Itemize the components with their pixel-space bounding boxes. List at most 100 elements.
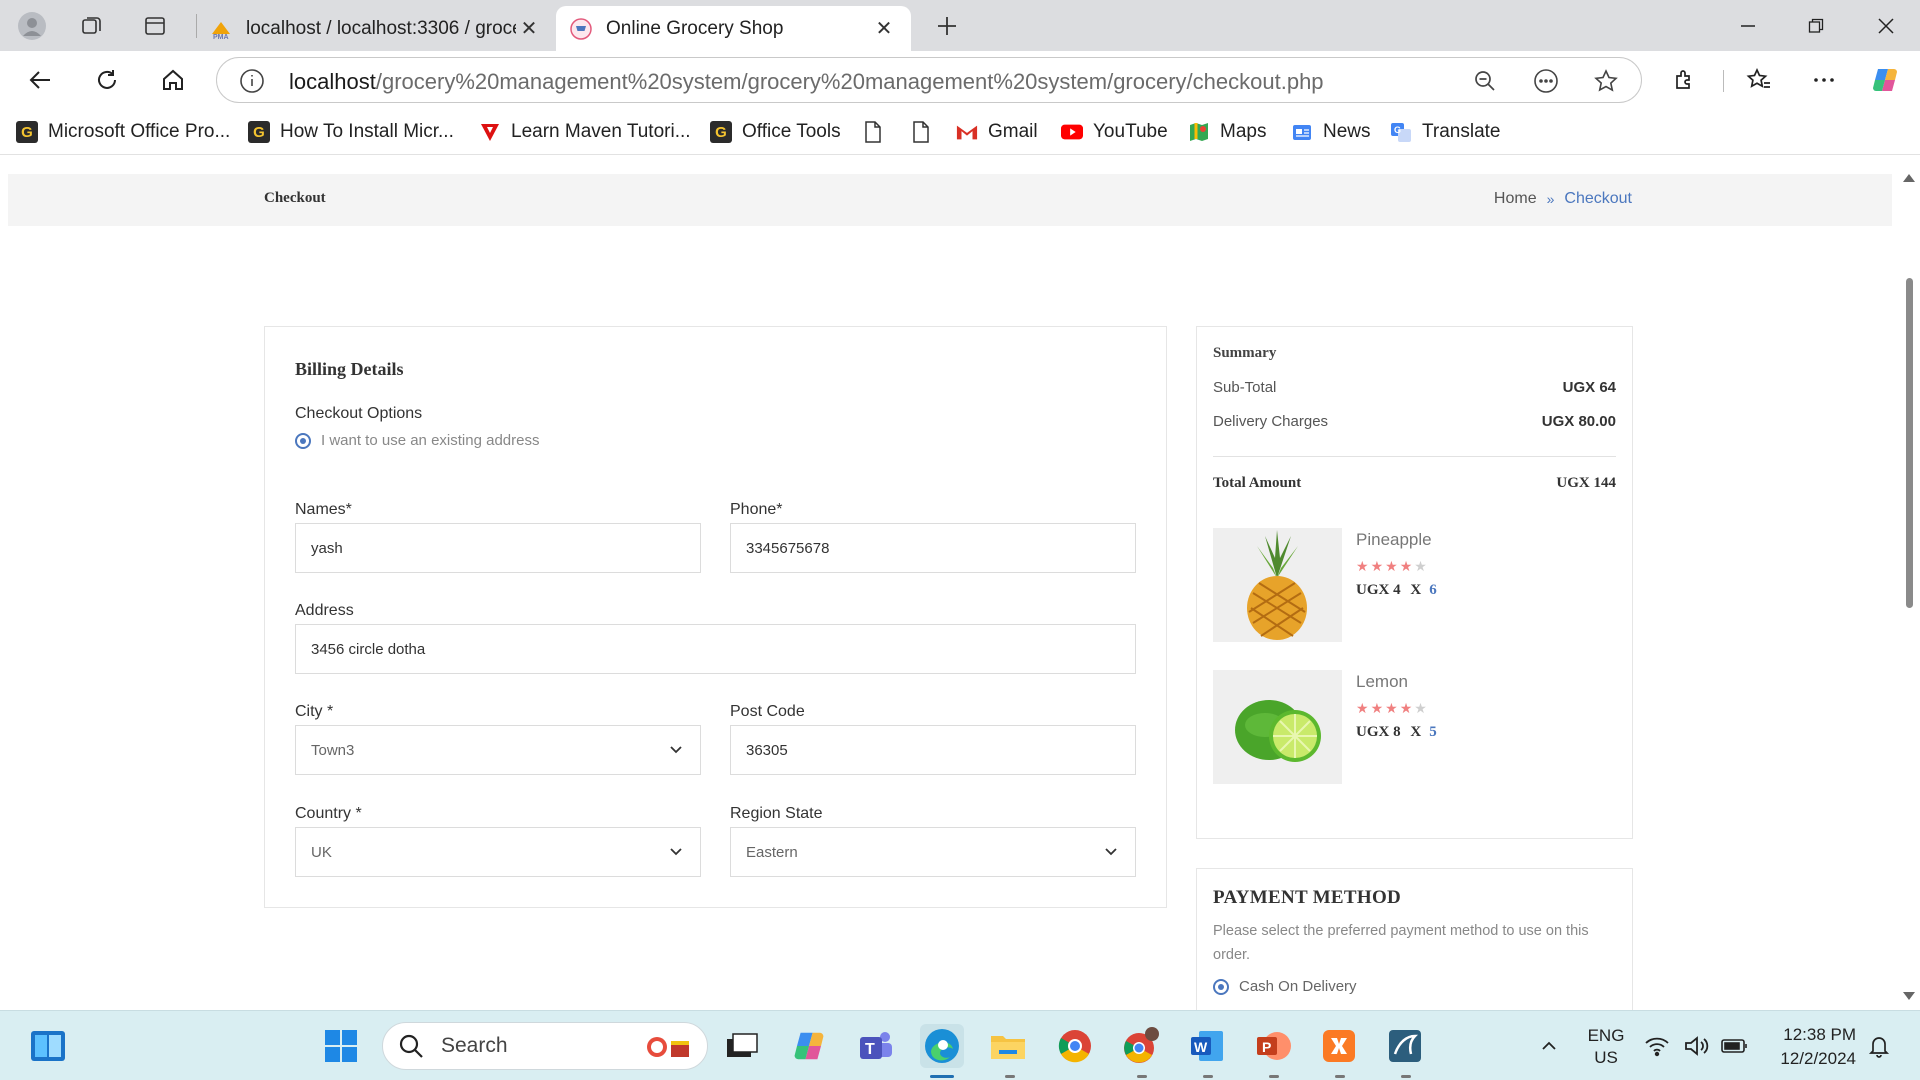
volume-icon[interactable] bbox=[1680, 1024, 1714, 1068]
subtotal-value: UGX 64 bbox=[1562, 379, 1616, 396]
site-info-icon[interactable] bbox=[239, 68, 265, 94]
city-select[interactable]: Town3 bbox=[295, 725, 701, 775]
minimize-icon[interactable] bbox=[1724, 8, 1772, 44]
product-name[interactable]: Lemon bbox=[1356, 672, 1408, 692]
url-text[interactable]: localhost/grocery%20management%20system/… bbox=[289, 69, 1324, 95]
url-bar[interactable]: localhost/grocery%20management%20system/… bbox=[216, 57, 1642, 103]
notifications-bell-icon[interactable] bbox=[1862, 1024, 1896, 1068]
region-code: US bbox=[1594, 1048, 1618, 1067]
phone-input[interactable]: 3345675678 bbox=[730, 523, 1136, 573]
bookmark-microsoft-office[interactable]: G Microsoft Office Pro... bbox=[16, 118, 230, 146]
task-view-icon[interactable] bbox=[720, 1024, 764, 1068]
bookmark-office-tools[interactable]: G Office Tools bbox=[710, 118, 841, 146]
total-value: UGX 144 bbox=[1556, 475, 1616, 491]
favorite-star-icon[interactable] bbox=[1592, 67, 1620, 95]
bookmark-news[interactable]: News bbox=[1291, 118, 1371, 146]
bookmark-translate[interactable]: G Translate bbox=[1390, 118, 1501, 146]
youtube-icon bbox=[1061, 121, 1083, 143]
restore-icon[interactable] bbox=[1792, 8, 1840, 44]
scrollbar-thumb[interactable] bbox=[1906, 278, 1913, 608]
show-hidden-icons-chevron-up-icon[interactable] bbox=[1527, 1024, 1571, 1068]
pineapple-image[interactable] bbox=[1213, 528, 1342, 642]
quantity: 5 bbox=[1429, 724, 1437, 740]
total-label: Total Amount bbox=[1213, 475, 1302, 491]
taskbar-search-box[interactable]: Search bbox=[382, 1022, 708, 1070]
search-highlight-icon bbox=[645, 1031, 693, 1067]
chrome-icon[interactable] bbox=[1053, 1024, 1097, 1068]
address-label: Address bbox=[295, 602, 354, 619]
existing-address-radio[interactable] bbox=[295, 433, 311, 449]
teams-icon[interactable]: T bbox=[854, 1024, 898, 1068]
back-icon[interactable] bbox=[22, 61, 60, 99]
read-aloud-icon[interactable] bbox=[1532, 67, 1560, 95]
address-input[interactable]: 3456 circle dotha bbox=[295, 624, 1136, 674]
workspaces-icon[interactable] bbox=[74, 8, 110, 44]
clock[interactable]: 12:38 PM 12/2/2024 bbox=[1764, 1023, 1856, 1071]
bookmark-maps[interactable]: Maps bbox=[1188, 118, 1266, 146]
bookmark-gmail[interactable]: Gmail bbox=[956, 118, 1038, 146]
start-windows-icon[interactable] bbox=[319, 1024, 363, 1068]
xampp-icon[interactable] bbox=[1317, 1024, 1361, 1068]
postcode-input[interactable]: 36305 bbox=[730, 725, 1136, 775]
bookmark-document-2[interactable] bbox=[910, 118, 942, 146]
address-toolbar: localhost/grocery%20management%20system/… bbox=[0, 51, 1920, 109]
file-explorer-icon[interactable] bbox=[986, 1024, 1030, 1068]
battery-icon[interactable] bbox=[1718, 1024, 1752, 1068]
tab-actions-icon[interactable] bbox=[137, 8, 173, 44]
new-tab-icon[interactable] bbox=[929, 8, 965, 44]
lemon-image[interactable] bbox=[1213, 670, 1342, 784]
close-tab-icon[interactable]: ✕ bbox=[516, 16, 542, 41]
star-icon: ★ bbox=[1370, 558, 1386, 574]
bookmark-label: News bbox=[1323, 121, 1371, 142]
refresh-icon[interactable] bbox=[88, 61, 126, 99]
summary-divider bbox=[1213, 456, 1616, 457]
country-select[interactable]: UK bbox=[295, 827, 701, 877]
close-window-icon[interactable] bbox=[1862, 8, 1910, 44]
names-input[interactable]: yash bbox=[295, 523, 701, 573]
bookmark-label: YouTube bbox=[1093, 121, 1168, 142]
bookmark-youtube[interactable]: YouTube bbox=[1061, 118, 1168, 146]
copilot-taskbar-icon[interactable] bbox=[787, 1024, 831, 1068]
word-icon[interactable]: W bbox=[1185, 1024, 1229, 1068]
star-icon: ★ bbox=[1356, 700, 1371, 716]
page-scrollbar[interactable] bbox=[1898, 156, 1920, 1010]
product-name[interactable]: Pineapple bbox=[1356, 530, 1432, 550]
existing-address-label[interactable]: I want to use an existing address bbox=[321, 432, 539, 449]
clock-date: 12/2/2024 bbox=[1780, 1049, 1856, 1068]
region-select[interactable]: Eastern bbox=[730, 827, 1136, 877]
copilot-icon[interactable] bbox=[1866, 61, 1904, 99]
order-summary-card: Summary Sub-Total UGX 64 Delivery Charge… bbox=[1196, 326, 1633, 839]
more-options-icon[interactable] bbox=[1805, 61, 1843, 99]
product-price: UGX 4 X6 bbox=[1356, 582, 1437, 599]
bookmarks-bar: G Microsoft Office Pro... G How To Insta… bbox=[0, 109, 1920, 155]
edge-browser-icon[interactable] bbox=[920, 1024, 964, 1068]
breadcrumb-separator-icon: » bbox=[1546, 191, 1555, 207]
powerpoint-icon[interactable]: P bbox=[1251, 1024, 1295, 1068]
scroll-down-arrow-icon[interactable] bbox=[1903, 992, 1915, 1000]
favorites-icon[interactable] bbox=[1740, 61, 1778, 99]
cash-on-delivery-radio[interactable] bbox=[1213, 979, 1229, 995]
extensions-icon[interactable] bbox=[1666, 61, 1704, 99]
product-item: Pineapple ★★★★★ UGX 4 X6 bbox=[1213, 528, 1613, 642]
widgets-icon[interactable] bbox=[26, 1024, 70, 1068]
wifi-icon[interactable] bbox=[1640, 1024, 1674, 1068]
home-icon[interactable] bbox=[154, 61, 192, 99]
scroll-up-arrow-icon[interactable] bbox=[1903, 174, 1915, 182]
zoom-out-icon[interactable] bbox=[1471, 67, 1499, 95]
cash-on-delivery-label[interactable]: Cash On Delivery bbox=[1239, 978, 1357, 995]
bookmark-document-1[interactable] bbox=[862, 118, 894, 146]
payment-description: Please select the preferred payment meth… bbox=[1213, 923, 1589, 963]
tab-online-grocery-shop[interactable]: Online Grocery Shop ✕ bbox=[556, 6, 911, 51]
g-icon: G bbox=[710, 121, 732, 143]
payment-heading: PAYMENT METHOD bbox=[1213, 887, 1402, 908]
bookmark-install-microsoft[interactable]: G How To Install Micr... bbox=[248, 118, 454, 146]
mysql-workbench-icon[interactable] bbox=[1383, 1024, 1427, 1068]
language-indicator[interactable]: ENG US bbox=[1580, 1025, 1632, 1069]
breadcrumb-home-link[interactable]: Home bbox=[1494, 190, 1537, 208]
chrome-profile-icon[interactable] bbox=[1119, 1024, 1163, 1068]
profile-icon[interactable] bbox=[14, 8, 50, 44]
tab-phpmyadmin[interactable]: PMA localhost / localhost:3306 / grocery… bbox=[196, 6, 556, 51]
bookmark-learn-maven[interactable]: Learn Maven Tutori... bbox=[479, 118, 691, 146]
close-tab-icon[interactable]: ✕ bbox=[871, 16, 897, 41]
g-icon: G bbox=[248, 121, 270, 143]
